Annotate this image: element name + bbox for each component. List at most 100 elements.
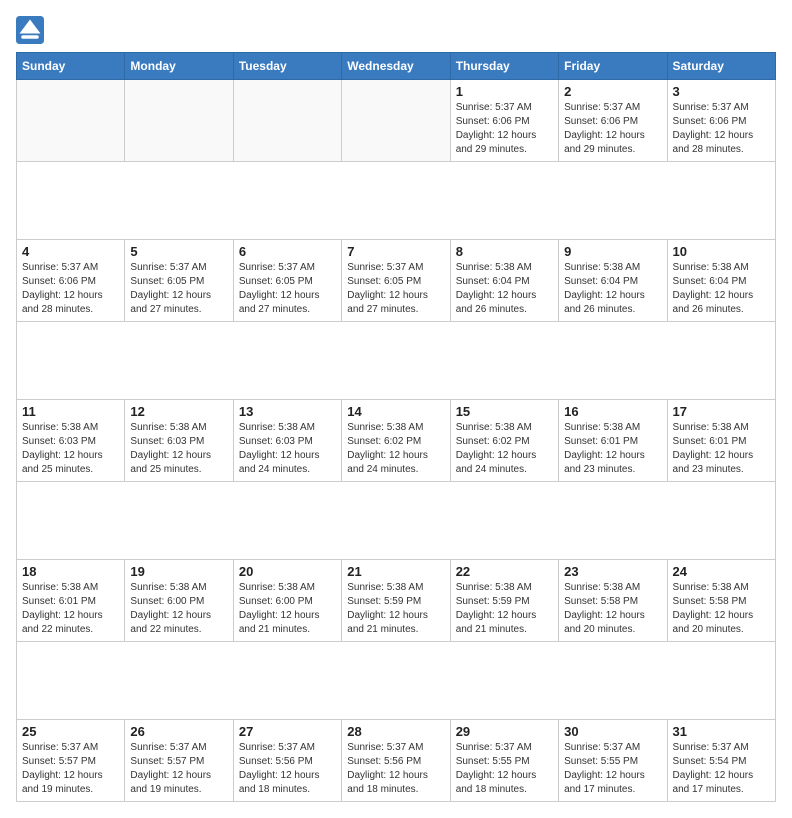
day-cell: 26 Sunrise: 5:37 AM Sunset: 5:57 PM Dayli… bbox=[125, 720, 233, 802]
day-number: 24 bbox=[673, 564, 770, 579]
day-info: Sunrise: 5:38 AM Sunset: 6:04 PM Dayligh… bbox=[673, 261, 770, 317]
day-header-tuesday: Tuesday bbox=[233, 53, 341, 80]
week-row-4: 18Sunrise: 5:38 AM Sunset: 6:01 PM Dayli… bbox=[17, 560, 776, 642]
page-header bbox=[16, 16, 776, 44]
day-cell bbox=[342, 80, 450, 162]
day-info: Sunrise: 5:38 AM Sunset: 5:59 PM Dayligh… bbox=[347, 581, 444, 637]
day-cell: 16 Sunrise: 5:38 AM Sunset: 6:01 PM Dayli… bbox=[559, 400, 667, 482]
day-info: Sunrise: 5:38 AM Sunset: 6:02 PM Dayligh… bbox=[347, 421, 444, 477]
day-info: Sunrise: 5:37 AM Sunset: 5:57 PM Dayligh… bbox=[130, 741, 227, 797]
separator-row bbox=[17, 322, 776, 400]
separator-row bbox=[17, 162, 776, 240]
day-info: Sunrise: 5:37 AM Sunset: 5:55 PM Dayligh… bbox=[456, 741, 553, 797]
day-number: 10 bbox=[673, 244, 770, 259]
header-row: SundayMondayTuesdayWednesdayThursdayFrid… bbox=[17, 53, 776, 80]
day-number: 16 bbox=[564, 404, 661, 419]
day-cell: 29 Sunrise: 5:37 AM Sunset: 5:55 PM Dayli… bbox=[450, 720, 558, 802]
day-info: Sunrise: 5:37 AM Sunset: 5:57 PM Dayligh… bbox=[22, 741, 119, 797]
day-header-monday: Monday bbox=[125, 53, 233, 80]
day-number: 19 bbox=[130, 564, 227, 579]
day-cell: 15Sunrise: 5:38 AM Sunset: 6:02 PM Dayli… bbox=[450, 400, 558, 482]
day-cell: 8Sunrise: 5:38 AM Sunset: 6:04 PM Daylig… bbox=[450, 240, 558, 322]
day-header-sunday: Sunday bbox=[17, 53, 125, 80]
day-info: Sunrise: 5:37 AM Sunset: 6:05 PM Dayligh… bbox=[130, 261, 227, 317]
day-number: 28 bbox=[347, 724, 444, 739]
day-info: Sunrise: 5:37 AM Sunset: 5:55 PM Dayligh… bbox=[564, 741, 661, 797]
day-info: Sunrise: 5:38 AM Sunset: 6:00 PM Dayligh… bbox=[239, 581, 336, 637]
day-number: 23 bbox=[564, 564, 661, 579]
day-cell bbox=[125, 80, 233, 162]
day-info: Sunrise: 5:37 AM Sunset: 5:54 PM Dayligh… bbox=[673, 741, 770, 797]
day-cell: 5 Sunrise: 5:37 AM Sunset: 6:05 PM Daylig… bbox=[125, 240, 233, 322]
day-header-friday: Friday bbox=[559, 53, 667, 80]
day-info: Sunrise: 5:37 AM Sunset: 6:06 PM Dayligh… bbox=[456, 101, 553, 157]
day-number: 7 bbox=[347, 244, 444, 259]
week-row-1: 1 Sunrise: 5:37 AM Sunset: 6:06 PM Daylig… bbox=[17, 80, 776, 162]
day-info: Sunrise: 5:38 AM Sunset: 6:04 PM Dayligh… bbox=[564, 261, 661, 317]
day-number: 6 bbox=[239, 244, 336, 259]
day-cell: 28 Sunrise: 5:37 AM Sunset: 5:56 PM Dayli… bbox=[342, 720, 450, 802]
week-row-5: 25 Sunrise: 5:37 AM Sunset: 5:57 PM Dayli… bbox=[17, 720, 776, 802]
day-info: Sunrise: 5:38 AM Sunset: 5:58 PM Dayligh… bbox=[564, 581, 661, 637]
day-cell: 13 Sunrise: 5:38 AM Sunset: 6:03 PM Dayli… bbox=[233, 400, 341, 482]
separator-row bbox=[17, 642, 776, 720]
day-number: 1 bbox=[456, 84, 553, 99]
day-cell: 1 Sunrise: 5:37 AM Sunset: 6:06 PM Daylig… bbox=[450, 80, 558, 162]
day-cell: 7Sunrise: 5:37 AM Sunset: 6:05 PM Daylig… bbox=[342, 240, 450, 322]
day-number: 13 bbox=[239, 404, 336, 419]
day-cell: 20Sunrise: 5:38 AM Sunset: 6:00 PM Dayli… bbox=[233, 560, 341, 642]
day-cell: 24 Sunrise: 5:38 AM Sunset: 5:58 PM Dayli… bbox=[667, 560, 775, 642]
separator-cell bbox=[17, 642, 776, 720]
day-number: 25 bbox=[22, 724, 119, 739]
separator-cell bbox=[17, 322, 776, 400]
day-header-saturday: Saturday bbox=[667, 53, 775, 80]
week-row-3: 11 Sunrise: 5:38 AM Sunset: 6:03 PM Dayli… bbox=[17, 400, 776, 482]
day-info: Sunrise: 5:37 AM Sunset: 5:56 PM Dayligh… bbox=[239, 741, 336, 797]
day-cell: 10 Sunrise: 5:38 AM Sunset: 6:04 PM Dayli… bbox=[667, 240, 775, 322]
day-info: Sunrise: 5:38 AM Sunset: 6:01 PM Dayligh… bbox=[673, 421, 770, 477]
day-info: Sunrise: 5:38 AM Sunset: 5:58 PM Dayligh… bbox=[673, 581, 770, 637]
day-info: Sunrise: 5:37 AM Sunset: 6:06 PM Dayligh… bbox=[564, 101, 661, 157]
day-number: 4 bbox=[22, 244, 119, 259]
day-cell: 17 Sunrise: 5:38 AM Sunset: 6:01 PM Dayli… bbox=[667, 400, 775, 482]
day-info: Sunrise: 5:38 AM Sunset: 6:03 PM Dayligh… bbox=[130, 421, 227, 477]
day-cell bbox=[233, 80, 341, 162]
day-info: Sunrise: 5:37 AM Sunset: 6:06 PM Dayligh… bbox=[673, 101, 770, 157]
day-info: Sunrise: 5:38 AM Sunset: 5:59 PM Dayligh… bbox=[456, 581, 553, 637]
day-info: Sunrise: 5:38 AM Sunset: 6:03 PM Dayligh… bbox=[22, 421, 119, 477]
day-cell: 6 Sunrise: 5:37 AM Sunset: 6:05 PM Daylig… bbox=[233, 240, 341, 322]
day-cell: 2 Sunrise: 5:37 AM Sunset: 6:06 PM Daylig… bbox=[559, 80, 667, 162]
day-number: 11 bbox=[22, 404, 119, 419]
day-cell: 19 Sunrise: 5:38 AM Sunset: 6:00 PM Dayli… bbox=[125, 560, 233, 642]
day-info: Sunrise: 5:37 AM Sunset: 6:05 PM Dayligh… bbox=[239, 261, 336, 317]
day-number: 30 bbox=[564, 724, 661, 739]
day-header-thursday: Thursday bbox=[450, 53, 558, 80]
day-number: 26 bbox=[130, 724, 227, 739]
day-header-wednesday: Wednesday bbox=[342, 53, 450, 80]
week-row-2: 4Sunrise: 5:37 AM Sunset: 6:06 PM Daylig… bbox=[17, 240, 776, 322]
day-info: Sunrise: 5:38 AM Sunset: 6:03 PM Dayligh… bbox=[239, 421, 336, 477]
day-number: 15 bbox=[456, 404, 553, 419]
day-cell: 23 Sunrise: 5:38 AM Sunset: 5:58 PM Dayli… bbox=[559, 560, 667, 642]
day-info: Sunrise: 5:37 AM Sunset: 5:56 PM Dayligh… bbox=[347, 741, 444, 797]
day-number: 29 bbox=[456, 724, 553, 739]
day-cell: 25 Sunrise: 5:37 AM Sunset: 5:57 PM Dayli… bbox=[17, 720, 125, 802]
day-cell: 31Sunrise: 5:37 AM Sunset: 5:54 PM Dayli… bbox=[667, 720, 775, 802]
day-cell bbox=[17, 80, 125, 162]
day-cell: 11 Sunrise: 5:38 AM Sunset: 6:03 PM Dayli… bbox=[17, 400, 125, 482]
day-number: 9 bbox=[564, 244, 661, 259]
day-cell: 30 Sunrise: 5:37 AM Sunset: 5:55 PM Dayli… bbox=[559, 720, 667, 802]
logo bbox=[16, 16, 48, 44]
day-cell: 14Sunrise: 5:38 AM Sunset: 6:02 PM Dayli… bbox=[342, 400, 450, 482]
day-number: 2 bbox=[564, 84, 661, 99]
day-cell: 18Sunrise: 5:38 AM Sunset: 6:01 PM Dayli… bbox=[17, 560, 125, 642]
day-cell: 9 Sunrise: 5:38 AM Sunset: 6:04 PM Daylig… bbox=[559, 240, 667, 322]
day-number: 17 bbox=[673, 404, 770, 419]
separator-cell bbox=[17, 482, 776, 560]
day-number: 12 bbox=[130, 404, 227, 419]
day-info: Sunrise: 5:38 AM Sunset: 6:01 PM Dayligh… bbox=[564, 421, 661, 477]
day-number: 5 bbox=[130, 244, 227, 259]
day-info: Sunrise: 5:38 AM Sunset: 6:00 PM Dayligh… bbox=[130, 581, 227, 637]
day-number: 21 bbox=[347, 564, 444, 579]
day-number: 22 bbox=[456, 564, 553, 579]
